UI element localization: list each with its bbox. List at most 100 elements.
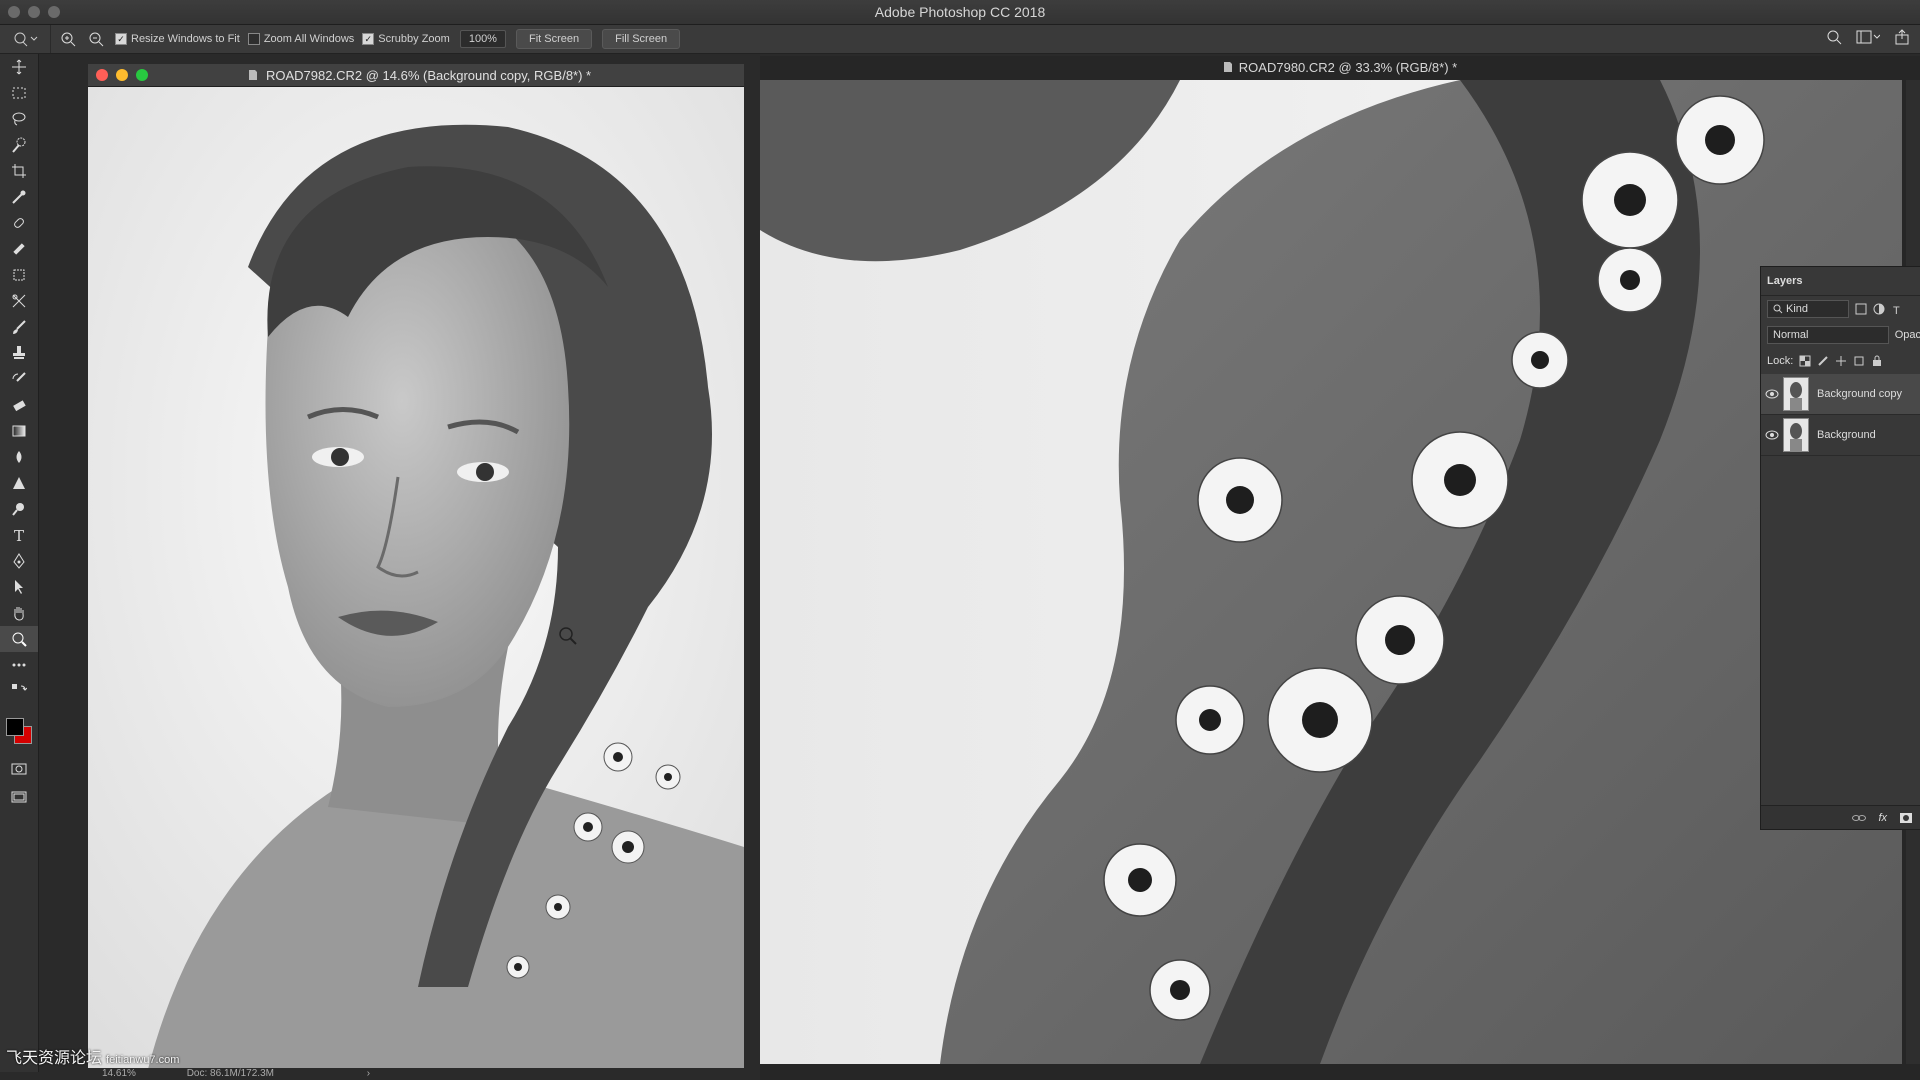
zoom-tool-icon[interactable] bbox=[0, 626, 38, 652]
blend-mode-dropdown[interactable]: Normal bbox=[1767, 326, 1889, 344]
document-title: ROAD7980.CR2 @ 33.3% (RGB/8*) * bbox=[1238, 59, 1458, 75]
document-status-bar: 14.61% Doc: 86.1M/172.3M › bbox=[88, 1068, 744, 1080]
clone-stamp-tool-icon[interactable] bbox=[0, 340, 38, 366]
marquee-tool-icon[interactable] bbox=[0, 80, 38, 106]
maximize-document-button[interactable] bbox=[136, 69, 148, 81]
sharpen-tool-icon[interactable] bbox=[0, 470, 38, 496]
hand-tool-icon[interactable] bbox=[0, 600, 38, 626]
add-mask-icon[interactable] bbox=[1899, 812, 1913, 824]
type-filter-icon[interactable]: T bbox=[1891, 303, 1903, 315]
layer-name: Background bbox=[1817, 429, 1876, 441]
visibility-eye-icon[interactable] bbox=[1761, 389, 1783, 399]
document-tab-right[interactable]: ROAD7980.CR2 @ 33.3% (RGB/8*) * bbox=[760, 56, 1920, 78]
layer-name: Background copy bbox=[1817, 388, 1902, 400]
layers-panel-title: Layers bbox=[1767, 275, 1803, 287]
eraser-tool-icon[interactable] bbox=[0, 392, 38, 418]
close-document-button[interactable] bbox=[96, 69, 108, 81]
options-bar: ✓ Resize Windows to Fit Zoom All Windows… bbox=[0, 25, 1920, 54]
search-icon[interactable] bbox=[1826, 29, 1842, 45]
visibility-eye-icon[interactable] bbox=[1761, 430, 1783, 440]
fx-icon[interactable]: fx bbox=[1878, 812, 1887, 824]
layer-thumbnail bbox=[1783, 377, 1809, 411]
minimize-window-button[interactable] bbox=[28, 6, 40, 18]
svg-text:T: T bbox=[14, 527, 24, 543]
app-title: Adobe Photoshop CC 2018 bbox=[874, 4, 1046, 20]
gradient-tool-icon[interactable] bbox=[0, 418, 38, 444]
window-controls[interactable] bbox=[8, 6, 60, 18]
fit-screen-button[interactable]: Fit Screen bbox=[515, 29, 593, 49]
lock-transparent-icon[interactable] bbox=[1799, 355, 1811, 367]
document-window-left[interactable]: ROAD7982.CR2 @ 14.6% (Background copy, R… bbox=[88, 64, 744, 1080]
content-aware-move-tool-icon[interactable] bbox=[0, 288, 38, 314]
zoom-in-icon[interactable] bbox=[57, 28, 79, 50]
resize-windows-checkbox[interactable]: ✓ Resize Windows to Fit bbox=[115, 33, 240, 45]
search-icon bbox=[1773, 304, 1783, 314]
dodge-tool-icon[interactable] bbox=[0, 496, 38, 522]
adjustment-filter-icon[interactable] bbox=[1873, 303, 1885, 315]
crop-tool-icon[interactable] bbox=[0, 158, 38, 184]
document-title: ROAD7982.CR2 @ 14.6% (Background copy, R… bbox=[266, 67, 592, 83]
layers-panel-header[interactable]: Layers bbox=[1761, 267, 1920, 296]
zoom-tool-preset-icon bbox=[14, 32, 38, 47]
ruler-tool-icon[interactable] bbox=[0, 236, 38, 262]
watermark: 飞天资源论坛 feitianwu7.com bbox=[6, 1050, 180, 1067]
lock-position-icon[interactable] bbox=[1835, 355, 1847, 367]
lock-row: Lock: bbox=[1761, 348, 1920, 374]
closeup-canvas[interactable] bbox=[760, 80, 1902, 1064]
scrubby-zoom-checkbox[interactable]: ✓ Scrubby Zoom bbox=[362, 33, 450, 45]
tool-preset-picker[interactable] bbox=[0, 25, 51, 53]
zoom-window-button[interactable] bbox=[48, 6, 60, 18]
document-file-icon bbox=[249, 70, 257, 80]
move-tool-icon[interactable] bbox=[0, 54, 38, 80]
document-file-icon bbox=[1223, 62, 1232, 72]
zoom-out-icon[interactable] bbox=[85, 28, 107, 50]
share-icon[interactable] bbox=[1894, 29, 1910, 45]
status-doc-size: Doc: 86.1M/172.3M bbox=[186, 1068, 274, 1079]
workspace-switcher-icon[interactable] bbox=[1856, 29, 1880, 45]
foreground-color-swatch[interactable] bbox=[6, 718, 24, 736]
portrait-image bbox=[88, 87, 744, 1069]
healing-brush-tool-icon[interactable] bbox=[0, 210, 38, 236]
fill-screen-button[interactable]: Fill Screen bbox=[602, 29, 681, 49]
document-window-right[interactable]: ROAD7980.CR2 @ 33.3% (RGB/8*) * bbox=[760, 56, 1920, 1080]
more-tools-icon[interactable] bbox=[0, 652, 38, 678]
closeup-image bbox=[760, 80, 1902, 1064]
close-window-button[interactable] bbox=[8, 6, 20, 18]
checkbox-checked-icon: ✓ bbox=[362, 33, 375, 45]
layer-row[interactable]: Background bbox=[1761, 415, 1920, 456]
eyedropper-tool-icon[interactable] bbox=[0, 184, 38, 210]
lock-label: Lock: bbox=[1767, 355, 1794, 367]
history-brush-tool-icon[interactable] bbox=[0, 366, 38, 392]
document-window-controls[interactable] bbox=[96, 69, 148, 81]
brush-tool-icon[interactable] bbox=[0, 314, 38, 340]
layer-row[interactable]: Background copy bbox=[1761, 374, 1920, 415]
type-tool-icon[interactable]: T bbox=[0, 522, 38, 548]
swap-colors-icon[interactable] bbox=[0, 678, 38, 704]
layer-filter-row: Kind T bbox=[1761, 296, 1920, 322]
portrait-canvas[interactable] bbox=[88, 87, 744, 1069]
quick-mask-icon[interactable] bbox=[0, 756, 38, 782]
status-zoom-level[interactable]: 14.61% bbox=[102, 1068, 136, 1079]
checkbox-unchecked-icon bbox=[247, 33, 260, 45]
link-layers-icon[interactable] bbox=[1852, 813, 1867, 823]
patch-tool-icon[interactable] bbox=[0, 262, 38, 288]
quick-selection-tool-icon[interactable] bbox=[0, 132, 38, 158]
zoom-percent-field[interactable]: 100% bbox=[459, 30, 506, 48]
blend-row: Normal Opac bbox=[1761, 322, 1920, 348]
layers-panel: Layers Kind T Normal Opac Lock: Backgrou… bbox=[1760, 266, 1920, 830]
lock-image-icon[interactable] bbox=[1817, 355, 1829, 367]
lock-artboard-icon[interactable] bbox=[1853, 355, 1865, 367]
lasso-tool-icon[interactable] bbox=[0, 106, 38, 132]
kind-filter-dropdown[interactable]: Kind bbox=[1767, 300, 1849, 318]
blur-tool-icon[interactable] bbox=[0, 444, 38, 470]
screen-mode-icon[interactable] bbox=[0, 784, 38, 810]
pen-tool-icon[interactable] bbox=[0, 548, 38, 574]
status-arrow-icon[interactable]: › bbox=[367, 1068, 370, 1079]
pixel-filter-icon[interactable] bbox=[1855, 303, 1867, 315]
path-selection-tool-icon[interactable] bbox=[0, 574, 38, 600]
lock-all-icon[interactable] bbox=[1871, 355, 1883, 367]
minimize-document-button[interactable] bbox=[116, 69, 128, 81]
opacity-label: Opac bbox=[1894, 329, 1920, 341]
document-tab-left[interactable]: ROAD7982.CR2 @ 14.6% (Background copy, R… bbox=[88, 64, 744, 87]
zoom-all-windows-checkbox[interactable]: Zoom All Windows bbox=[247, 33, 354, 45]
